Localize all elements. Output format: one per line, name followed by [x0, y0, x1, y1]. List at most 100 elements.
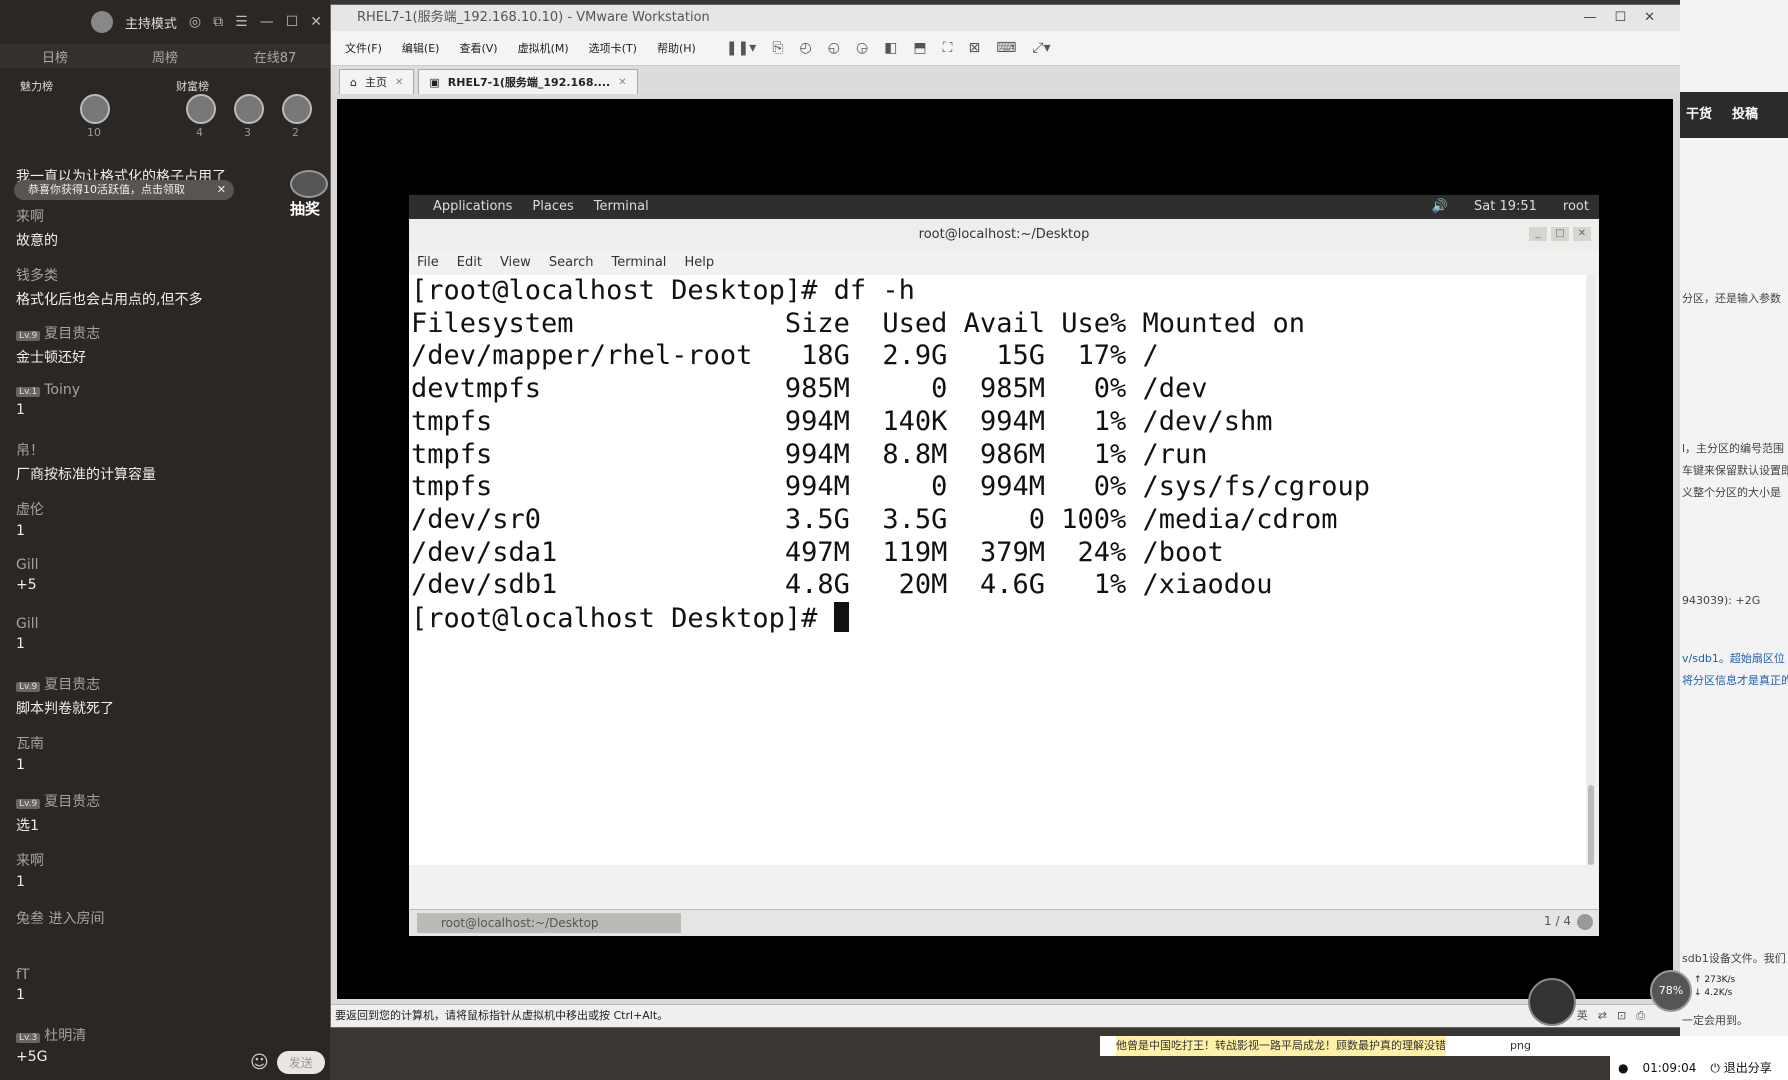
- menu-search[interactable]: Search: [549, 251, 594, 275]
- window-controls[interactable]: —☐✕: [1583, 5, 1673, 31]
- message-user[interactable]: 来啊: [16, 206, 58, 226]
- message-text: 金士顿还好: [16, 350, 86, 366]
- menu-edit[interactable]: Edit: [457, 251, 482, 275]
- rank-avatar[interactable]: [282, 94, 312, 124]
- message-user[interactable]: Gill: [16, 557, 39, 573]
- tab-online[interactable]: 在线87: [220, 47, 330, 66]
- close-icon[interactable]: ✕: [217, 180, 226, 200]
- maximize-icon[interactable]: ☐: [286, 14, 299, 30]
- notice-text: 恭喜你获得10活跃值，点击领取: [28, 183, 185, 196]
- rank-avatar[interactable]: [186, 94, 216, 124]
- close-icon[interactable]: ✕: [395, 77, 403, 88]
- message-user[interactable]: Gill: [16, 616, 39, 632]
- ime-icon[interactable]: 英: [1577, 1005, 1588, 1027]
- maximize-icon[interactable]: □: [1551, 227, 1569, 241]
- terminal-scrollbar[interactable]: [1587, 275, 1595, 865]
- home-icon: ⌂: [350, 75, 357, 89]
- vm-display[interactable]: Applications Places Terminal 🔊 Sat 19:51…: [337, 99, 1673, 999]
- gnome-window-list: root@localhost:~/Desktop 1 / 4: [409, 909, 1599, 936]
- menu-tabs[interactable]: 选项卡(T): [589, 40, 637, 56]
- exit-share-button[interactable]: ⏻ 退出分享: [1710, 1056, 1771, 1080]
- menu-view[interactable]: 查看(V): [459, 40, 497, 56]
- menu-icon[interactable]: ☰: [235, 14, 248, 30]
- send-button[interactable]: 发送: [276, 1051, 325, 1074]
- send-keys-icon[interactable]: ⎘: [772, 40, 783, 56]
- chat-message: Lv.9 夏目贵志金士顿还好: [16, 323, 100, 367]
- message-user[interactable]: 钱多类: [16, 265, 202, 285]
- menu-terminal[interactable]: Terminal: [611, 251, 666, 275]
- target-icon[interactable]: ◎: [189, 14, 201, 30]
- rank-avatar[interactable]: [234, 94, 264, 124]
- rank-avatar[interactable]: [80, 94, 110, 124]
- exit-share-label: 退出分享: [1723, 1061, 1772, 1075]
- username: 夏目贵志: [44, 794, 101, 810]
- applications-menu[interactable]: Applications: [433, 195, 512, 219]
- close-icon[interactable]: ✕: [310, 14, 322, 30]
- fullscreen-icon[interactable]: ⛶: [943, 40, 953, 56]
- scroll-thumb[interactable]: [1588, 785, 1594, 865]
- minimize-icon[interactable]: —: [260, 14, 274, 30]
- message-user[interactable]: Lv.3 杜明清: [16, 1025, 86, 1045]
- sidebar-view-icon[interactable]: ◧: [884, 40, 897, 56]
- terminal-app-label[interactable]: Terminal: [594, 195, 649, 219]
- charm-rank-label[interactable]: 魅力榜: [20, 78, 53, 94]
- message-user[interactable]: 瓦南: [16, 733, 44, 753]
- tab-vm[interactable]: ▣ RHEL7-1(服务端_192.168.... ✕: [418, 69, 638, 94]
- status-bar: 要返回到您的计算机，请将鼠标指针从虚拟机中移出或按 Ctrl+Alt。 英 ⇄ …: [331, 1004, 1685, 1027]
- menu-file[interactable]: 文件(F): [345, 40, 382, 56]
- message-user[interactable]: Lv.1 Toiny: [16, 382, 80, 398]
- message-user[interactable]: Lv.9 夏目贵志: [16, 674, 114, 694]
- workspace-indicator[interactable]: 1 / 4: [1544, 914, 1571, 928]
- lottery-widget[interactable]: 抽奖: [290, 170, 328, 218]
- menu-help[interactable]: Help: [684, 251, 714, 275]
- clock[interactable]: Sat 19:51: [1474, 195, 1537, 219]
- stretch-icon[interactable]: ⤢▾: [1032, 40, 1050, 56]
- snapshot-icon[interactable]: ◴: [800, 40, 812, 56]
- menu-vm[interactable]: 虚拟机(M): [518, 40, 569, 56]
- message-user[interactable]: 兔叁 进入房间: [16, 908, 104, 928]
- message-user[interactable]: 虚伦: [16, 499, 44, 519]
- tab-home[interactable]: ⌂ 主页 ✕: [339, 69, 415, 94]
- menu-help[interactable]: 帮助(H): [657, 40, 696, 56]
- message-user[interactable]: Lv.9 夏目贵志: [16, 791, 100, 811]
- menu-view[interactable]: View: [500, 251, 531, 275]
- thumbnail-view-icon[interactable]: ⬒: [913, 40, 926, 56]
- message-user[interactable]: fT: [16, 967, 29, 983]
- news-headline[interactable]: 他曾是中国吃打王！转战影视一路平局成龙！顾数最护真的理解没错: [1116, 1036, 1446, 1056]
- tab-daily[interactable]: 日榜: [0, 47, 110, 66]
- pause-icon[interactable]: ❚❚▾: [726, 40, 757, 56]
- snapshot-manager-icon[interactable]: ◶: [856, 40, 868, 56]
- message-user[interactable]: 来啊: [16, 850, 44, 870]
- reward-notice[interactable]: 恭喜你获得10活跃值，点击领取 ✕: [14, 180, 234, 200]
- taskbar-terminal-item[interactable]: root@localhost:~/Desktop: [417, 913, 681, 933]
- message-user[interactable]: Lv.9 夏目贵志: [16, 323, 100, 343]
- terminal-line: /dev/mapper/rhel-root 18G 2.9G 15G 17% /: [411, 340, 1159, 372]
- printer-icon[interactable]: ⎙: [1636, 1005, 1645, 1027]
- external-link-icon[interactable]: ⧉: [213, 14, 223, 30]
- rank-count: 4: [196, 126, 203, 139]
- level-badge: Lv.9: [16, 682, 41, 692]
- unity-icon[interactable]: ⊠: [968, 40, 980, 56]
- workspace-icon[interactable]: [1577, 914, 1593, 930]
- nav-item[interactable]: 投稿: [1732, 92, 1758, 138]
- article-snippet: 义整个分区的大小是: [1682, 486, 1781, 499]
- menu-file[interactable]: File: [417, 251, 439, 275]
- console-icon[interactable]: ⌨: [996, 40, 1016, 56]
- volume-icon[interactable]: 🔊: [1432, 195, 1448, 219]
- close-icon[interactable]: ✕: [1573, 227, 1591, 241]
- nav-item[interactable]: 干货: [1686, 92, 1712, 138]
- tab-weekly[interactable]: 周榜: [110, 47, 220, 66]
- device-icon[interactable]: ⇄: [1598, 1005, 1607, 1027]
- menu-edit[interactable]: 编辑(E): [402, 40, 440, 56]
- places-menu[interactable]: Places: [532, 195, 573, 219]
- emoji-icon[interactable]: ☺: [250, 1052, 269, 1073]
- message-user[interactable]: 帛！: [16, 440, 156, 460]
- wealth-rank-label[interactable]: 财富榜: [176, 78, 209, 94]
- close-icon[interactable]: ✕: [618, 77, 626, 88]
- cpu-gauge[interactable]: 78%: [1650, 970, 1692, 1012]
- terminal-output[interactable]: [root@localhost Desktop]# df -h Filesyste…: [409, 275, 1586, 865]
- minimize-icon[interactable]: _: [1529, 227, 1547, 241]
- network-icon[interactable]: ⊡: [1617, 1005, 1626, 1027]
- user-menu[interactable]: root: [1563, 195, 1589, 219]
- revert-snapshot-icon[interactable]: ◵: [828, 40, 840, 56]
